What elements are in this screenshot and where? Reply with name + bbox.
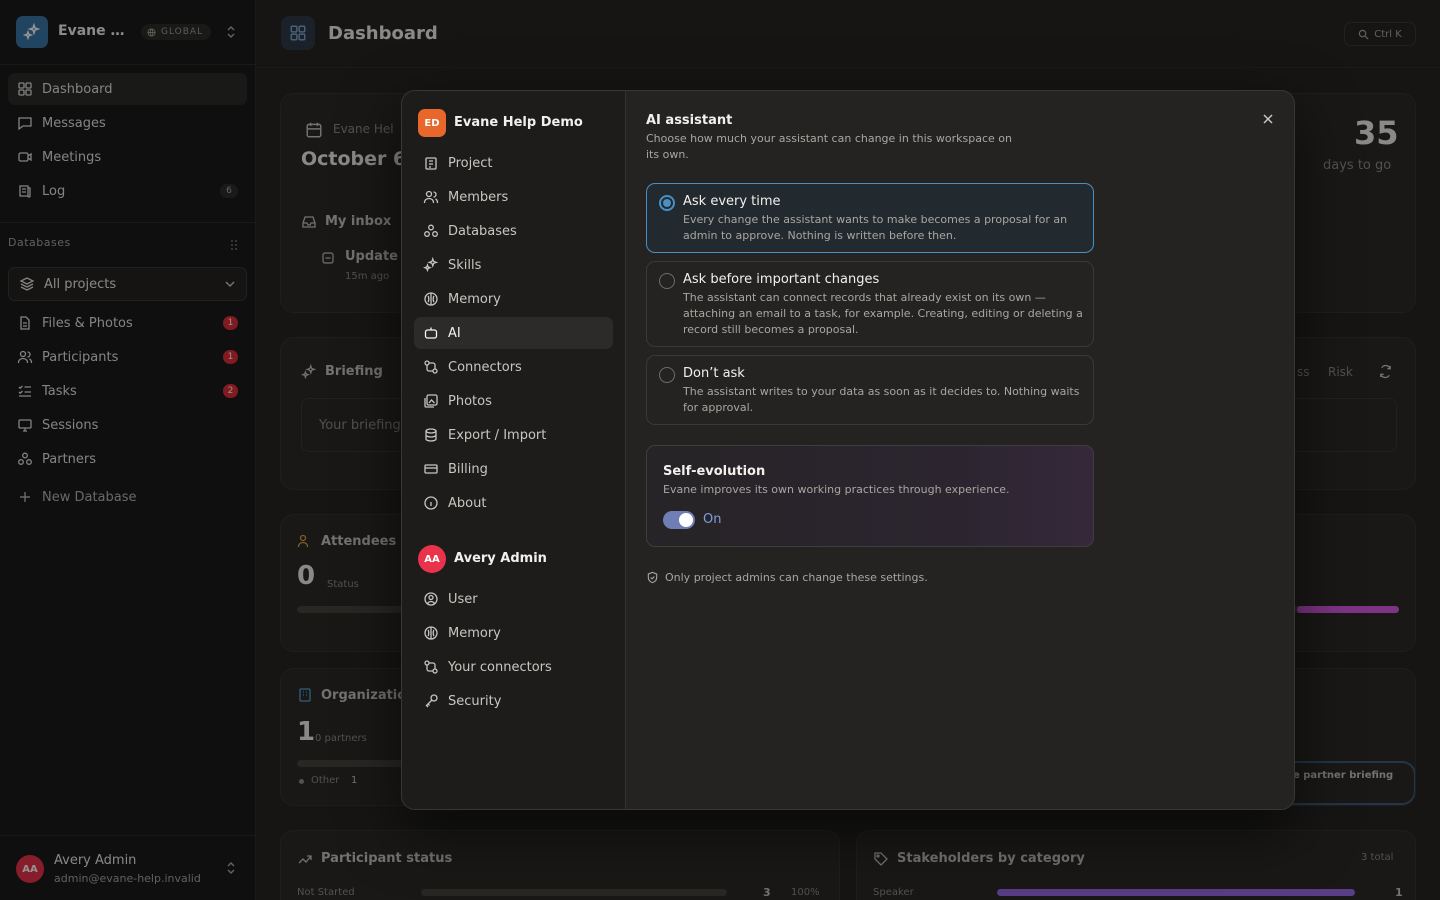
settings-item-billing[interactable]: Billing — [414, 453, 613, 485]
self-evolution-description: Evane improves its own working practices… — [663, 483, 1010, 496]
settings-item-security[interactable]: Security — [414, 685, 613, 717]
photos-icon — [422, 392, 440, 410]
shield-check-icon — [647, 571, 658, 584]
info-icon — [422, 494, 440, 512]
connectors-icon — [422, 358, 440, 376]
members-icon — [422, 188, 440, 206]
project-icon — [422, 154, 440, 172]
settings-modal: ED Evane Help Demo Project Members Datab… — [401, 90, 1295, 810]
memory-icon — [422, 624, 440, 642]
avatar: AA — [418, 545, 446, 573]
settings-item-label: User — [448, 591, 478, 607]
settings-item-memory[interactable]: Memory — [414, 283, 613, 315]
settings-item-label: Memory — [448, 625, 501, 641]
key-icon — [422, 692, 440, 710]
option-description: The assistant writes to your data as soo… — [683, 385, 1080, 414]
settings-item-connectors[interactable]: Connectors — [414, 351, 613, 383]
close-icon[interactable] — [1259, 110, 1277, 128]
settings-item-photos[interactable]: Photos — [414, 385, 613, 417]
radio-dont-ask[interactable] — [659, 367, 675, 383]
radio-ask-every-time[interactable] — [659, 195, 675, 211]
settings-user-name: Avery Admin — [454, 551, 547, 566]
option-ask-every-time[interactable]: Ask every time Every change the assistan… — [646, 183, 1094, 253]
user-icon — [422, 590, 440, 608]
self-evolution-toggle[interactable] — [663, 511, 695, 529]
settings-item-skills[interactable]: Skills — [414, 249, 613, 281]
memory-icon — [422, 290, 440, 308]
admin-note: Only project admins can change these set… — [646, 571, 928, 584]
self-evolution-state: On — [703, 512, 722, 527]
self-evolution-card: Self-evolution Evane improves its own wo… — [646, 445, 1094, 547]
settings-item-label: Connectors — [448, 359, 522, 375]
settings-item-project[interactable]: Project — [414, 147, 613, 179]
settings-item-label: Photos — [448, 393, 492, 409]
settings-item-about[interactable]: About — [414, 487, 613, 519]
settings-item-export-import[interactable]: Export / Import — [414, 419, 613, 451]
settings-nav: ED Evane Help Demo Project Members Datab… — [402, 91, 626, 809]
settings-item-label: Billing — [448, 461, 488, 477]
section-title: AI assistant — [646, 113, 733, 128]
settings-item-user[interactable]: User — [414, 583, 613, 615]
settings-item-user-memory[interactable]: Memory — [414, 617, 613, 649]
databases-icon — [422, 222, 440, 240]
option-description: The assistant can connect records that a… — [683, 291, 1083, 336]
settings-item-label: Skills — [448, 257, 482, 273]
option-title: Ask every time — [683, 194, 781, 209]
option-dont-ask[interactable]: Don’t ask The assistant writes to your d… — [646, 355, 1094, 425]
connectors-icon — [422, 658, 440, 676]
settings-item-label: About — [448, 495, 487, 511]
settings-item-label: Databases — [448, 223, 517, 239]
section-subtitle: Choose how much your assistant can chang… — [646, 132, 1012, 161]
settings-item-label: Security — [448, 693, 502, 709]
option-description: Every change the assistant wants to make… — [683, 213, 1068, 242]
settings-item-databases[interactable]: Databases — [414, 215, 613, 247]
export-icon — [422, 426, 440, 444]
admin-note-text: Only project admins can change these set… — [665, 571, 928, 584]
settings-item-label: Project — [448, 155, 493, 171]
workspace-avatar: ED — [418, 109, 446, 137]
settings-item-label: Export / Import — [448, 427, 547, 443]
settings-item-label: AI — [448, 325, 461, 341]
option-title: Don’t ask — [683, 366, 745, 381]
settings-item-members[interactable]: Members — [414, 181, 613, 213]
option-title: Ask before important changes — [683, 272, 880, 287]
settings-item-label: Memory — [448, 291, 501, 307]
self-evolution-title: Self-evolution — [663, 464, 766, 479]
settings-item-your-connectors[interactable]: Your connectors — [414, 651, 613, 683]
settings-item-label: Your connectors — [448, 659, 552, 675]
settings-item-label: Members — [448, 189, 509, 205]
workspace-title: Evane Help Demo — [454, 115, 583, 130]
skills-icon — [422, 256, 440, 274]
billing-icon — [422, 460, 440, 478]
settings-item-ai[interactable]: AI — [414, 317, 613, 349]
radio-ask-before-important[interactable] — [659, 273, 675, 289]
option-ask-before-important[interactable]: Ask before important changes The assista… — [646, 261, 1094, 347]
robot-icon — [422, 324, 440, 342]
